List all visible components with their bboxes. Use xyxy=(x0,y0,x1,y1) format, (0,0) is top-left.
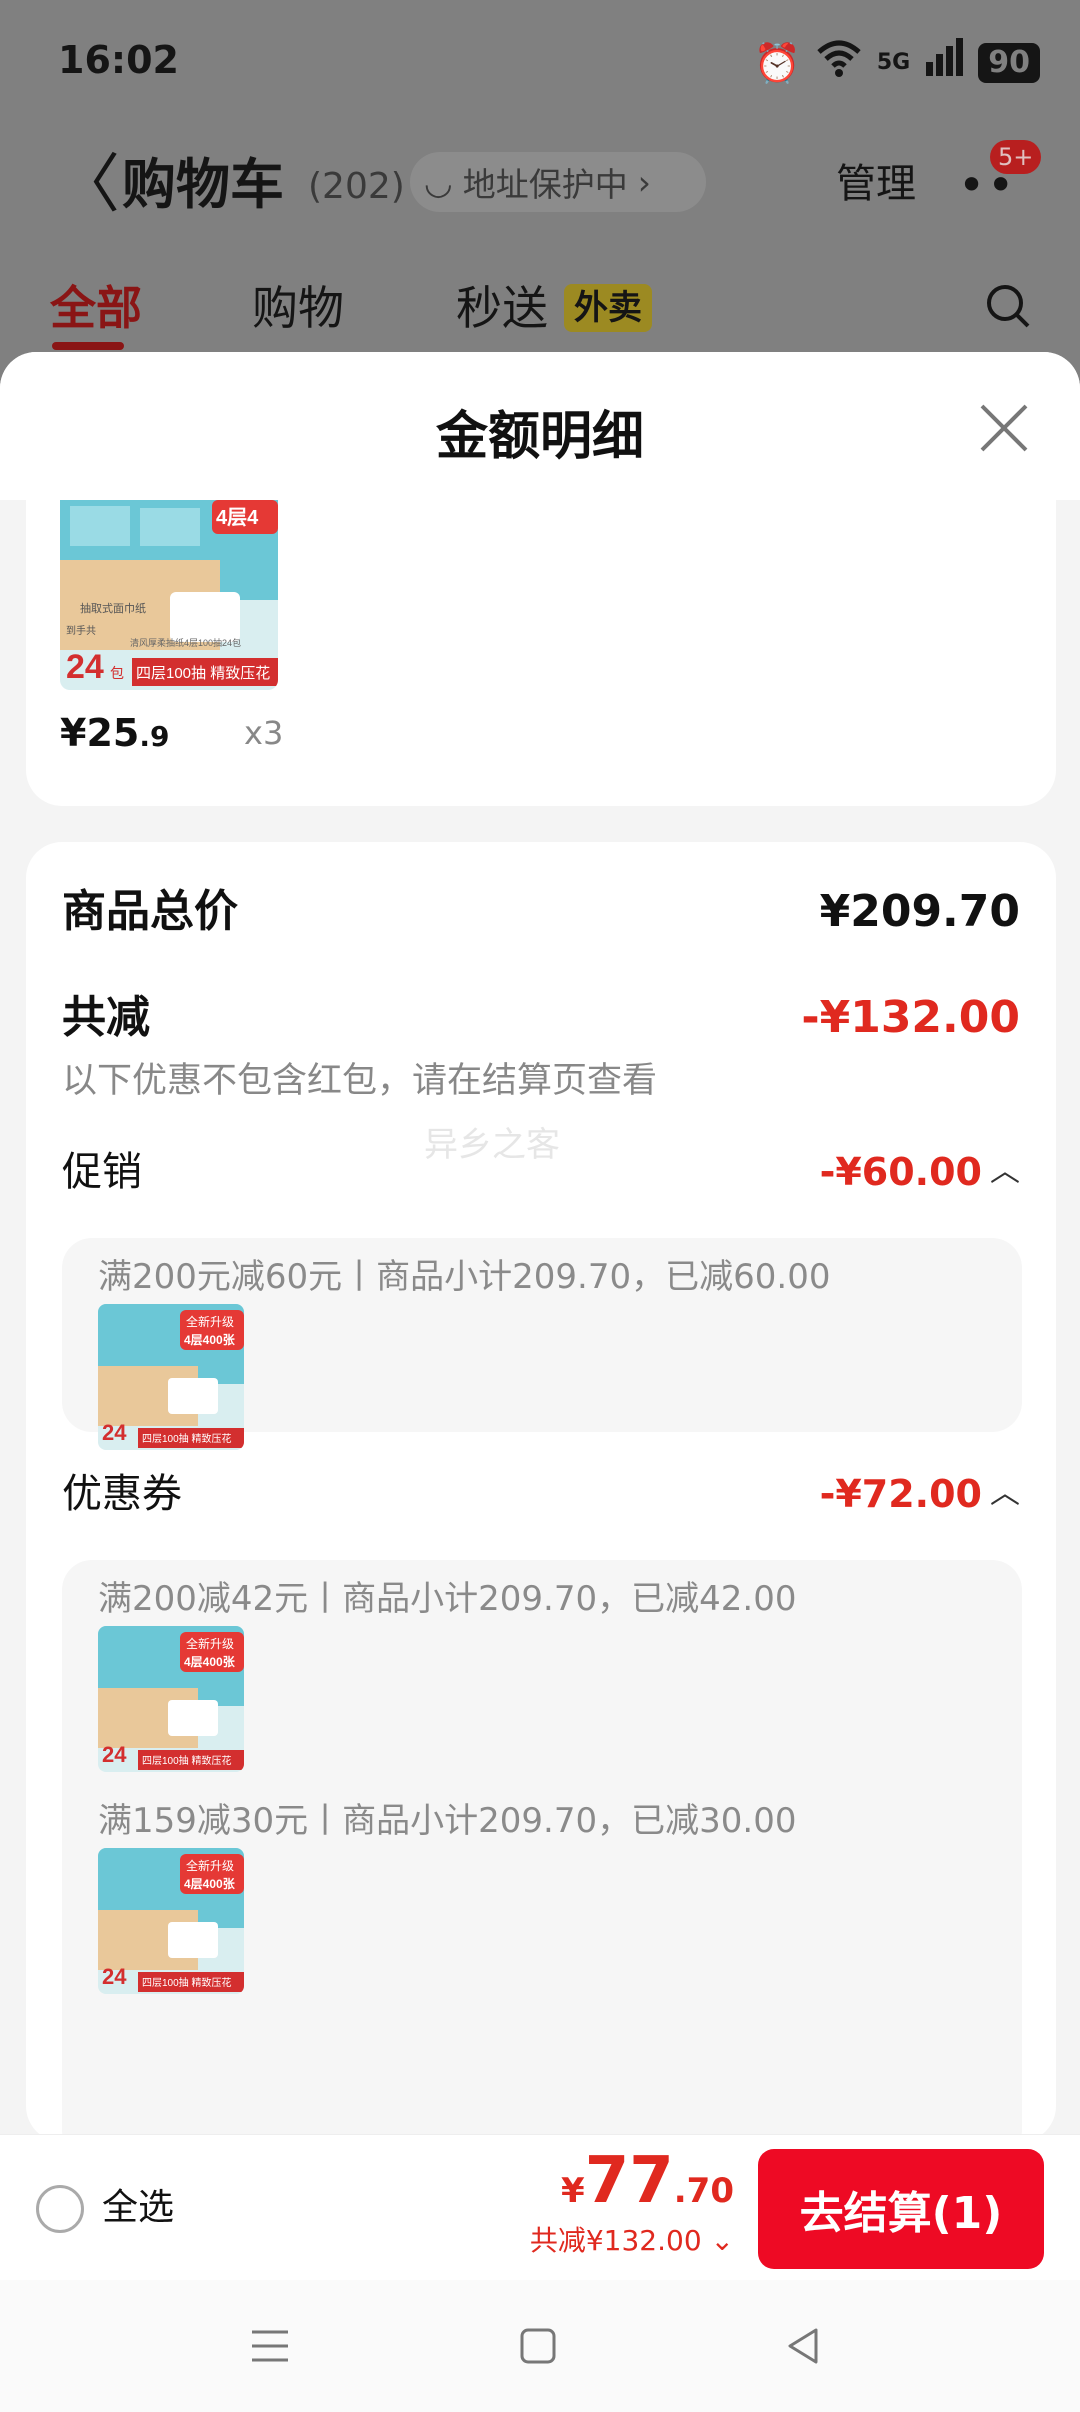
product-image-box-text: 抽取式面巾纸 xyxy=(80,601,146,615)
product-image-count: 24 xyxy=(66,648,104,686)
item-quantity: x3 xyxy=(244,714,284,752)
promotion-label: 促销 xyxy=(62,1149,142,1195)
coupon-detail-text: 满159减30元丨商品小计209.70，已减30.00 xyxy=(98,1801,797,1841)
product-image-count-unit: 包 xyxy=(110,665,124,681)
promotion-product-thumb: 全新升级 4层400张 24 四层100抽 精致压花 xyxy=(98,1304,244,1450)
coupon-product-thumb: 全新升级 4层400张 24 四层100抽 精致压花 xyxy=(98,1626,244,1772)
watermark: 异乡之客 xyxy=(424,1125,560,1165)
takeaway-tag: 外卖 xyxy=(564,284,652,332)
menu-icon[interactable] xyxy=(246,2322,294,2370)
battery-indicator: 90 xyxy=(978,42,1040,83)
select-all-label[interactable]: 全选 xyxy=(102,2181,174,2235)
address-protection-pill[interactable]: ◡ 地址保护中 › xyxy=(410,152,706,212)
total-price-dec: .70 xyxy=(673,2171,734,2211)
address-protection-label: 地址保护中 xyxy=(462,165,628,204)
product-card: 4层4 抽取式面巾纸 清风厚柔抽纸4层100抽24包 到手共 24 包 四层10… xyxy=(26,500,1056,806)
product-image-desc: 清风厚柔抽纸4层100抽24包 xyxy=(130,637,241,648)
item-price-int: 25 xyxy=(86,711,140,755)
tab-all[interactable]: 全部 xyxy=(50,278,142,338)
thumb-upgrade-sub: 4层400张 xyxy=(184,1876,236,1891)
total-price-value: ¥209.70 xyxy=(819,886,1020,937)
coupon-toggle[interactable]: -¥72.00 ︿ xyxy=(820,1464,1020,1524)
cart-header: 〈 购物车 (202) ◡ 地址保护中 › 管理 •• 5+ xyxy=(0,140,1080,240)
discount-note: 以下优惠不包含红包，请在结算页查看 xyxy=(62,1061,658,1101)
promotion-detail-box: 满200元减60元丨商品小计209.70，已减60.00 全新升级 4层400张… xyxy=(62,1238,1022,1450)
chevron-right-icon: › xyxy=(637,162,651,202)
tab-flash-delivery[interactable]: 秒送 xyxy=(456,278,548,338)
thumb-count: 24 xyxy=(102,1964,127,1989)
product-image-banner: 四层100抽 精致压花 xyxy=(136,665,270,682)
sheet-title: 金额明细 xyxy=(435,407,644,467)
thumb-banner: 四层100抽 精致压花 xyxy=(142,1754,231,1767)
thumb-banner: 四层100抽 精致压花 xyxy=(142,1976,231,1989)
item-price-dec: .9 xyxy=(139,720,170,753)
coupon-product-thumb: 全新升级 4层400张 24 四层100抽 精致压花 xyxy=(98,1848,244,1994)
select-all-checkbox[interactable] xyxy=(36,2185,84,2233)
cart-tabs: 全部 购物 秒送 外卖 xyxy=(0,270,1080,350)
thumb-upgrade-sub: 4层400张 xyxy=(184,1654,236,1669)
page-title: 购物车 xyxy=(122,153,284,216)
thumb-count: 24 xyxy=(102,1420,127,1445)
amount-breakdown-card: 商品总价 ¥209.70 共减 -¥132.00 以下优惠不包含红包，请在结算页… xyxy=(26,842,1056,2134)
cart-page-background: 16:02 ⏰ 5G 90 〈 购物车 (202) ◡ 地址保护中 › 管理 •… xyxy=(0,0,1080,400)
tab-active-indicator xyxy=(52,342,124,350)
back-nav-icon[interactable] xyxy=(780,2322,828,2370)
product-image-count-label: 到手共 xyxy=(66,624,96,637)
coupon-label: 优惠券 xyxy=(62,1471,182,1517)
chevron-up-icon: ︿ xyxy=(990,1476,1020,1511)
item-price: ¥25.9 xyxy=(60,708,169,762)
coupon-value: -¥72.00 xyxy=(819,1472,982,1516)
discount-label: 共减 xyxy=(62,992,150,1043)
network-type: 5G xyxy=(876,49,911,75)
status-icons: ⏰ 5G 90 xyxy=(754,38,1040,87)
promotion-toggle[interactable]: -¥60.00 ︿ xyxy=(820,1142,1020,1202)
coupon-detail-text: 满200减42元丨商品小计209.70，已减42.00 xyxy=(98,1579,797,1619)
coupon-detail-box: 满200减42元丨商品小计209.70，已减42.00 全新升级 4层400张 … xyxy=(62,1560,1022,2134)
thumb-upgrade: 全新升级 xyxy=(186,1858,234,1873)
chevron-up-icon: ︿ xyxy=(990,1154,1020,1189)
thumb-count: 24 xyxy=(102,1742,127,1767)
product-image-badge: 4层4 xyxy=(216,507,259,529)
total-price-int: 77 xyxy=(584,2144,674,2218)
thumb-upgrade: 全新升级 xyxy=(186,1636,234,1651)
alarm-icon: ⏰ xyxy=(753,40,801,85)
thumb-banner: 四层100抽 精致压花 xyxy=(142,1432,231,1445)
message-badge: 5+ xyxy=(990,140,1042,174)
checkout-bar: 全选 ¥77.70 共减¥132.00 ⌄ 去结算(1) xyxy=(0,2134,1080,2280)
amount-detail-sheet: 金额明细 4层4 抽取式面巾纸 清风厚柔抽纸4层100抽24包 到手共 24 包… xyxy=(0,352,1080,2134)
manage-button[interactable]: 管理 xyxy=(836,154,916,214)
thumb-upgrade: 全新升级 xyxy=(186,1314,234,1329)
shield-icon: ◡ xyxy=(424,162,453,202)
system-navigation-bar xyxy=(0,2280,1080,2412)
total-price-label: 商品总价 xyxy=(62,886,238,937)
status-time: 16:02 xyxy=(58,38,179,82)
product-image: 4层4 抽取式面巾纸 清风厚柔抽纸4层100抽24包 到手共 24 包 四层10… xyxy=(60,500,278,690)
search-icon[interactable] xyxy=(984,282,1032,330)
total-price-symbol: ¥ xyxy=(561,2171,585,2211)
signal-icon xyxy=(924,38,964,87)
promotion-value: -¥60.00 xyxy=(819,1150,982,1194)
cart-count: (202) xyxy=(308,166,405,207)
wifi-icon xyxy=(815,38,863,87)
back-icon[interactable]: 〈 xyxy=(56,150,120,220)
thumb-upgrade-sub: 4层400张 xyxy=(184,1332,236,1347)
checkout-button[interactable]: 去结算(1) xyxy=(758,2149,1044,2269)
home-icon[interactable] xyxy=(514,2322,562,2370)
promotion-detail-text: 满200元减60元丨商品小计209.70，已减60.00 xyxy=(98,1257,831,1297)
close-icon[interactable] xyxy=(978,402,1030,454)
sheet-header: 金额明细 xyxy=(0,352,1080,500)
discount-value: -¥132.00 xyxy=(801,992,1020,1043)
total-discount-toggle[interactable]: 共减¥132.00 ⌄ xyxy=(530,2221,734,2261)
tab-shopping[interactable]: 购物 xyxy=(252,278,344,338)
status-bar: 16:02 ⏰ 5G 90 xyxy=(0,0,1080,120)
item-price-symbol: ¥ xyxy=(60,711,87,755)
